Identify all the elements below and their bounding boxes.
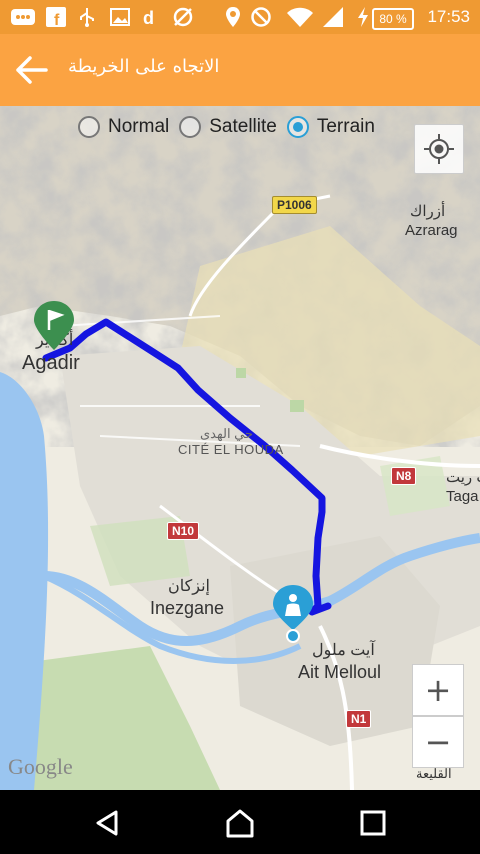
road-shield-n1: N1 [346,710,372,728]
label-inezgane: Inezgane [150,598,225,618]
signal-icon [322,7,344,27]
person-location-marker[interactable] [271,584,315,644]
label-qliaa-ar: القليعة [416,766,452,781]
charging-icon [356,7,370,27]
messages-icon [10,7,36,27]
no-sync-icon [172,7,194,27]
radio-terrain-label: Terrain [316,116,375,137]
radio-circle [78,116,100,138]
label-azrarag-ar: أزراك [410,203,446,220]
radio-satellite[interactable]: Satellite [179,116,277,138]
image-icon [110,7,130,27]
google-logo: Google [8,754,73,779]
radio-circle-selected [286,116,309,138]
home-nav-icon[interactable] [223,806,257,840]
label-agadir: Agadir [22,352,80,374]
svg-text:f: f [54,12,60,27]
blocked-icon [250,7,272,27]
zoom-in-button[interactable]: + [412,664,464,716]
radio-circle [179,116,202,138]
road-shield-p1006: P1006 [272,196,317,214]
radio-terrain[interactable]: Terrain [286,116,375,138]
navigation-bar [0,790,480,854]
map-type-selector: Normal Satellite Terrain [78,116,385,138]
radio-normal[interactable]: Normal [78,116,169,138]
label-cite-ar: حي الهدى [200,426,254,441]
my-location-button[interactable] [414,124,464,174]
zoom-out-button[interactable]: − [412,716,464,768]
facebook-icon: f [46,7,66,27]
map-view[interactable]: أزراك Azrarag أكادير Agadir حي الهدى CIT… [0,106,480,790]
label-inezgane-ar: إنزكان [168,578,210,595]
label-taga-ar: ت ريت [446,469,480,486]
crosshair-icon [424,134,454,164]
d-app-icon: d [142,7,160,27]
battery-indicator: 80 % [372,8,414,30]
label-taga: Taga [446,488,479,505]
location-icon [224,7,242,27]
back-nav-icon[interactable] [90,806,124,840]
arrow-back-icon[interactable] [14,54,50,86]
label-cite: CITÉ EL HOUDA [178,442,284,457]
road-shield-n10: N10 [167,522,200,540]
app-bar: الاتجاه على الخريطة [0,34,480,106]
page-title: الاتجاه على الخريطة [68,56,220,77]
recents-nav-icon[interactable] [356,806,390,840]
status-bar: f d 80 % 17:53 [0,0,480,34]
label-aitmelloul: Ait Melloul [298,662,382,682]
radio-satellite-label: Satellite [209,116,277,137]
usb-icon [78,7,96,27]
label-aitmelloul-ar: آيت ملول [312,642,375,659]
wifi-icon [286,7,314,27]
radio-normal-label: Normal [108,116,170,137]
road-shield-n8: N8 [391,467,417,485]
start-flag-marker[interactable] [32,300,76,352]
label-azrarag: Azrarag [405,222,458,239]
svg-text:d: d [143,8,154,27]
clock: 17:53 [427,7,470,26]
